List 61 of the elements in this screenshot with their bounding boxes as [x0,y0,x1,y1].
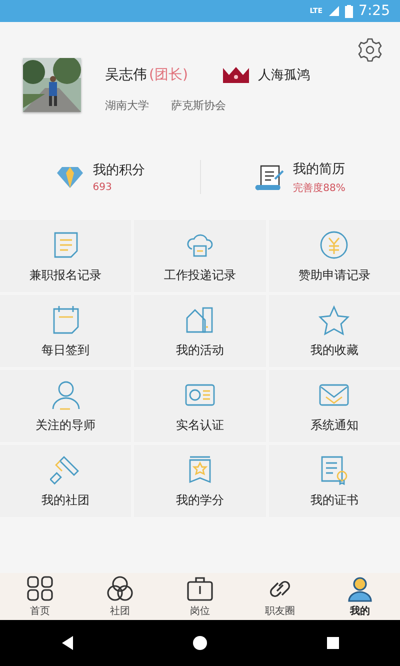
tab-label: 社团 [110,604,130,618]
yuan-icon [318,228,350,260]
tab-item[interactable]: 职友圈 [240,573,320,620]
stat-value: 完善度88% [293,182,346,194]
tab-label: 首页 [30,604,50,618]
menu-tile[interactable]: 工作投递记录 [134,220,266,292]
user-name: 吴志伟 [105,66,147,84]
tab-item[interactable]: 社团 [80,573,160,620]
crown-icon [222,66,250,84]
settings-icon[interactable] [358,38,382,62]
scroll-icon [255,163,286,191]
menu-tile[interactable]: 实名认证 [134,370,266,442]
tab-label: 我的 [350,604,370,618]
tab-label: 岗位 [190,604,210,618]
diamond-icon [54,165,85,189]
menu-label: 关注的导师 [36,416,96,434]
user-icon [346,576,374,602]
menu-tile[interactable]: 我的证书 [268,445,400,517]
menu-label: 实名认证 [176,416,224,434]
menu-tile[interactable]: 每日签到 [0,295,132,367]
stat-item[interactable]: 我的简历 完善度88% [200,160,400,194]
menu-tile[interactable]: 我的学分 [134,445,266,517]
menu-tile[interactable]: 赞助申请记录 [268,220,400,292]
club-name: 萨克斯协会 [171,98,226,113]
stat-title: 我的积分 [92,162,145,179]
recent-apps-icon[interactable] [325,635,342,651]
home-icon[interactable] [192,635,208,651]
battery-icon [344,4,353,18]
menu-tile[interactable]: 我的社团 [0,445,132,517]
tab-item[interactable]: 我的 [320,573,400,620]
menu-tile[interactable]: 关注的导师 [0,370,132,442]
menu-label: 兼职报名记录 [30,266,102,284]
menu-tile[interactable]: 兼职报名记录 [0,220,132,292]
menu-label: 我的活动 [176,342,224,358]
menu-label: 赞助申请记录 [298,266,370,284]
tab-item[interactable]: 岗位 [160,573,240,620]
menu-label: 我的学分 [176,492,224,508]
star-icon [318,304,350,336]
stat-value: 693 [92,182,113,193]
menu-label: 系统通知 [310,416,358,434]
stat-title: 我的简历 [293,160,346,178]
menu-tile[interactable]: 我的活动 [134,295,266,367]
nickname: 人海孤鸿 [258,67,310,84]
stat-item[interactable]: 我的积分 693 [0,161,200,193]
person-icon [50,378,82,410]
menu-label: 工作投递记录 [164,266,236,284]
clock-time: 7:25 [358,3,390,19]
menu-label: 我的收藏 [310,342,358,358]
menu-label: 我的社团 [42,492,90,508]
signal-icon [328,6,339,16]
menu-label: 每日签到 [42,342,90,358]
role-label: (团长) [149,66,188,84]
grid-icon [26,576,54,602]
tab-label: 职友圈 [265,604,295,618]
school-name: 湖南大学 [105,98,149,113]
menu-tile[interactable]: 我的收藏 [268,295,400,367]
briefcase-icon [186,576,214,602]
menu-tile[interactable]: 系统通知 [268,370,400,442]
tab-item[interactable]: 首页 [0,573,80,620]
menu-label: 我的证书 [310,492,358,508]
circles-icon [106,576,134,602]
